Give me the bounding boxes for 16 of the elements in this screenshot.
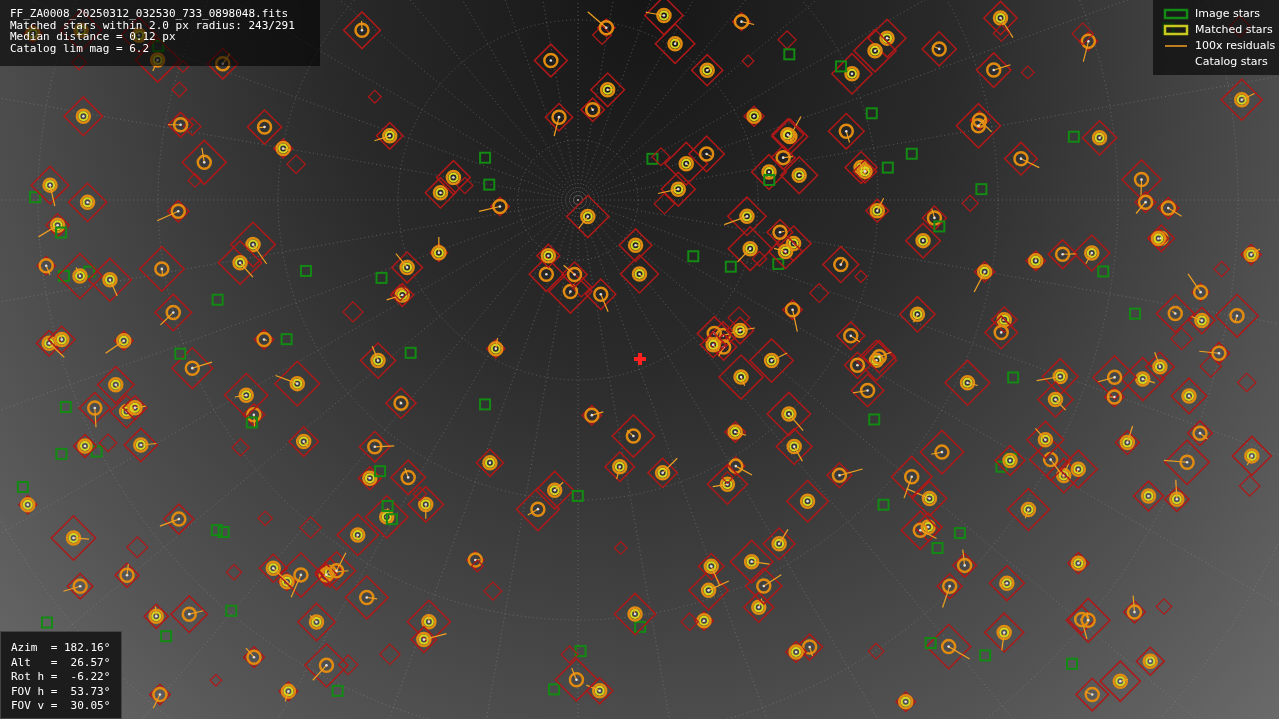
legend-label: 100x residuals xyxy=(1195,39,1276,52)
legend-label: Catalog stars xyxy=(1195,55,1268,68)
info-text: Median distance = 0.12 px xyxy=(10,31,176,43)
legend-box-icon xyxy=(1163,8,1189,19)
pointing-text: Rot h = -6.22° xyxy=(11,670,111,685)
info-text: FF_ZA0008_20250312_032530_733_0898048.fits xyxy=(10,8,290,20)
legend-box-icon xyxy=(1163,24,1189,35)
legend-line-icon xyxy=(1164,44,1188,47)
legend-label: Matched stars xyxy=(1195,23,1273,36)
pointing-text: Azim = 182.16° xyxy=(11,641,111,656)
pointing-text: FOV h = 53.73° xyxy=(11,684,111,699)
pointing-text: FOV v = 30.05° xyxy=(11,699,111,714)
pointing-text: Alt = 26.57° xyxy=(11,655,111,670)
info-text: Catalog lim mag = 6.2 xyxy=(10,42,151,54)
info-text: Matched stars within 2.0 px radius: 243/291 xyxy=(10,19,296,31)
legend-label: Image stars xyxy=(1195,7,1260,20)
